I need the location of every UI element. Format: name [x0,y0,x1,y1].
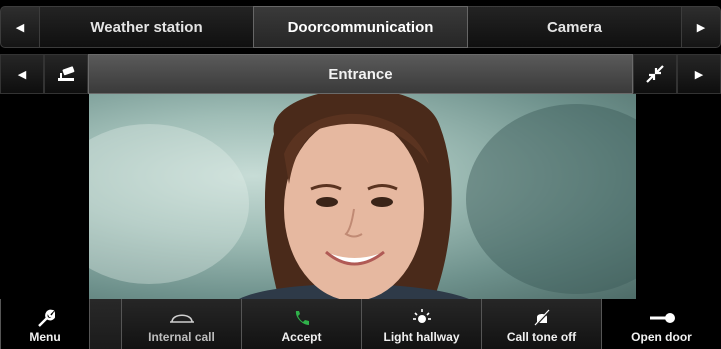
call-tone-off-button[interactable]: Call tone off [481,299,601,349]
action-toolbar: Menu Internal call Accept Light hallway … [0,299,721,349]
door-station-bar: ◀ Entrance ▶ [0,54,721,94]
toolbar-spacer [89,299,121,349]
tab-bar: ◀ Weather station Doorcommunication Came… [0,6,721,48]
station-next-button[interactable]: ▶ [677,54,721,94]
call-tone-off-label: Call tone off [506,330,577,344]
light-hallway-label: Light hallway [383,330,460,344]
internal-call-button[interactable]: Internal call [121,299,241,349]
intercom-screen: ◀ Weather station Doorcommunication Came… [0,0,721,349]
tab-camera[interactable]: Camera [468,6,681,48]
wrench-icon [35,308,55,328]
arrow-right-icon: ▶ [694,68,704,81]
arrow-right-icon: ▶ [696,21,706,34]
tab-label: Weather station [90,18,203,36]
open-door-button[interactable]: Open door [601,299,721,349]
door-camera-video [89,94,636,299]
phone-handset-icon [292,308,312,328]
menu-button[interactable]: Menu [0,299,89,349]
station-name: Entrance [328,65,393,83]
tab-weather-station[interactable]: Weather station [40,6,253,48]
light-hallway-button[interactable]: Light hallway [361,299,481,349]
accept-button[interactable]: Accept [241,299,361,349]
tab-scroll-right-button[interactable]: ▶ [681,6,721,48]
minimize-icon [646,65,664,83]
internal-call-label: Internal call [148,330,215,344]
minimize-video-button[interactable] [633,54,677,94]
arrow-left-icon: ◀ [15,21,25,34]
tab-label: Camera [546,18,603,36]
key-icon [647,308,677,328]
open-door-label: Open door [631,330,692,344]
tab-doorcommunication[interactable]: Doorcommunication [253,6,468,48]
camera-icon [58,66,75,81]
camera-pan-button[interactable] [44,54,88,94]
internal-call-icon [168,308,196,328]
door-station-title: Entrance [88,54,633,94]
bell-off-icon [532,308,552,328]
visitor-face-image [239,94,469,299]
tab-label: Doorcommunication [287,18,434,36]
arrow-left-icon: ◀ [17,68,27,81]
accept-label: Accept [281,330,322,344]
station-prev-button[interactable]: ◀ [0,54,44,94]
tab-scroll-left-button[interactable]: ◀ [0,6,40,48]
menu-label: Menu [29,330,61,344]
light-bulb-icon [412,308,432,328]
